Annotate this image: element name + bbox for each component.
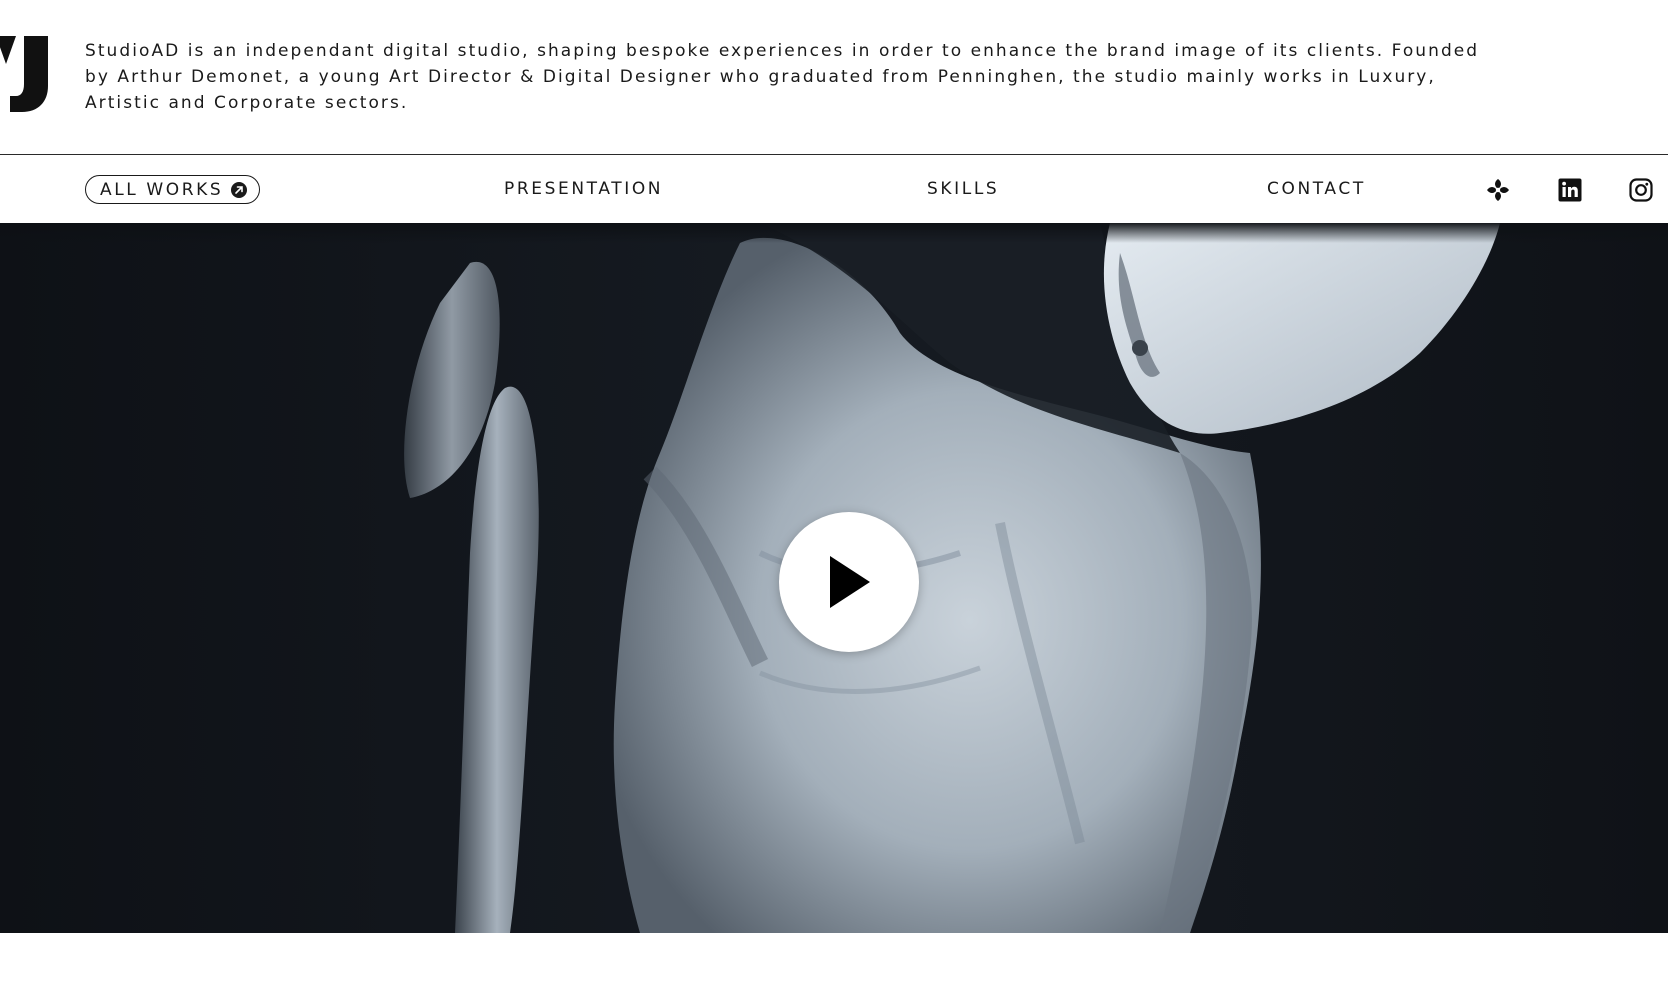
main-navigation: ALL WORKS PRESENTATION SKILLS CONTACT <box>0 154 1668 223</box>
nav-contact[interactable]: CONTACT <box>1267 177 1366 201</box>
hero-video[interactable] <box>0 223 1668 933</box>
intro-text: StudioAD is an independant digital studi… <box>85 41 1480 113</box>
page: StudioAD is an independant digital studi… <box>0 0 1668 1007</box>
dribbble-swirl-icon[interactable] <box>1485 177 1511 203</box>
all-works-label: ALL WORKS <box>100 179 224 200</box>
play-icon <box>830 556 870 608</box>
nav-presentation[interactable]: PRESENTATION <box>504 177 663 201</box>
play-button[interactable] <box>779 512 919 652</box>
linkedin-icon[interactable] <box>1557 177 1583 203</box>
instagram-icon[interactable] <box>1628 177 1654 203</box>
all-works-button[interactable]: ALL WORKS <box>85 175 261 204</box>
arrow-up-right-icon <box>231 181 248 198</box>
studio-logo[interactable] <box>0 36 52 112</box>
nav-skills[interactable]: SKILLS <box>927 177 999 201</box>
intro-header: StudioAD is an independant digital studi… <box>0 0 1668 154</box>
